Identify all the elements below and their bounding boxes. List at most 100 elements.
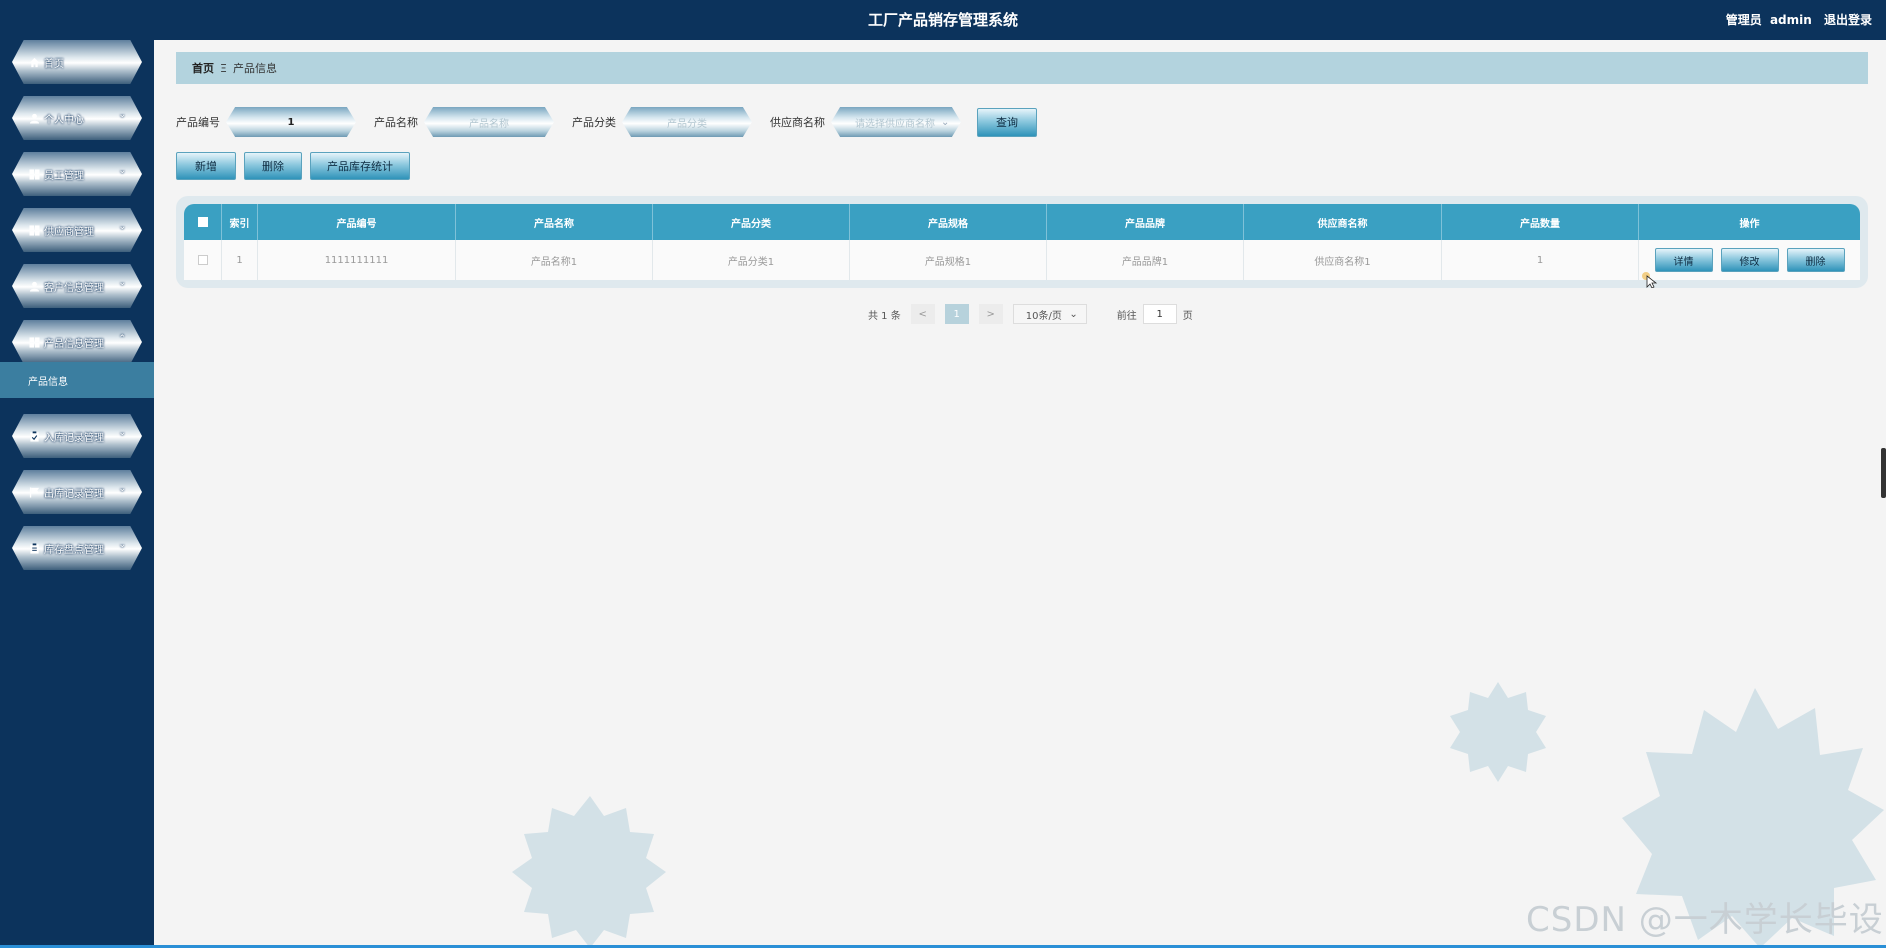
logout-button[interactable]: 退出登录 <box>1824 13 1872 27</box>
sidebar-item-product[interactable]: 产品信息管理 ⌃ <box>12 320 142 364</box>
sidebar-item-home[interactable]: 首页 <box>12 40 142 84</box>
chevron-down-icon: ⌄ <box>118 278 126 288</box>
header-brand: 产品品牌 <box>1047 204 1244 240</box>
star-decoration-medium <box>1450 682 1546 782</box>
cell-index: 1 <box>222 240 258 280</box>
goto-label: 前往 <box>1116 310 1137 322</box>
user-icon <box>28 280 40 292</box>
chevron-down-icon: ⌄ <box>118 166 126 176</box>
app-title: 工厂产品销存管理系统 <box>867 11 1018 29</box>
edit-button[interactable]: 修改 <box>1720 248 1779 272</box>
sidebar-item-label: 客户信息管理 <box>44 282 104 294</box>
chevron-down-icon: ⌄ <box>118 428 126 438</box>
top-bar: 工厂产品销存管理系统 管理员 admin 退出登录 <box>0 0 1886 40</box>
row-delete-button[interactable]: 删除 <box>1786 248 1845 272</box>
cell-code: 1111111111 <box>258 240 456 280</box>
sidebar-item-staff[interactable]: 员工管理 ⌄ <box>12 152 142 196</box>
supplier-name-label: 供应商名称 <box>770 116 825 129</box>
next-page-button[interactable]: > <box>978 304 1003 324</box>
prev-page-button[interactable]: < <box>910 304 935 324</box>
sidebar-item-label: 供应商管理 <box>44 226 94 238</box>
total-count: 共 1 条 <box>868 310 901 322</box>
header-quantity: 产品数量 <box>1442 204 1639 240</box>
scrollbar-handle[interactable] <box>1881 448 1886 498</box>
cell-name: 产品名称1 <box>456 240 653 280</box>
product-code-label: 产品编号 <box>176 116 220 129</box>
header-category: 产品分类 <box>653 204 850 240</box>
cell-category: 产品分类1 <box>653 240 850 280</box>
query-button[interactable]: 查询 <box>977 107 1037 137</box>
sidebar-item-customer[interactable]: 客户信息管理 ⌄ <box>12 264 142 308</box>
star-decoration-small <box>512 796 666 948</box>
grid-icon <box>28 168 40 180</box>
product-name-label: 产品名称 <box>374 116 418 129</box>
breadcrumb-separator: Ξ <box>220 61 227 75</box>
username: admin <box>1769 13 1812 27</box>
add-button[interactable]: 新增 <box>176 152 236 180</box>
sidebar-item-label: 个人中心 <box>44 114 84 126</box>
chevron-down-icon: ⌄ <box>118 540 126 550</box>
cell-supplier: 供应商名称1 <box>1244 240 1442 280</box>
chevron-up-icon: ⌃ <box>118 334 126 344</box>
detail-button[interactable]: 详情 <box>1654 248 1713 272</box>
user-role: 管理员 <box>1725 13 1762 27</box>
product-category-input[interactable]: 产品分类 <box>622 107 752 137</box>
sidebar-item-inbound[interactable]: 入库记录管理 ⌄ <box>12 414 142 458</box>
sidebar-item-personal-center[interactable]: 个人中心 ⌄ <box>12 96 142 140</box>
clipboard-icon <box>28 430 40 442</box>
goto-page-input[interactable]: 1 <box>1142 304 1177 324</box>
chevron-down-icon: ⌄ <box>118 484 126 494</box>
action-bar: 新增 删除 产品库存统计 <box>176 152 418 180</box>
product-code-input[interactable]: 1 <box>226 107 356 137</box>
header-supplier: 供应商名称 <box>1244 204 1442 240</box>
chevron-down-icon: ⌄ <box>118 222 126 232</box>
cell-actions: 详情 修改 删除 <box>1639 240 1860 280</box>
flag-icon <box>28 486 40 498</box>
sidebar-item-label: 入库记录管理 <box>44 432 104 444</box>
breadcrumb: 首页 Ξ 产品信息 <box>176 52 1868 84</box>
clipboard-icon <box>28 542 40 554</box>
sidebar-item-label: 库存盘点管理 <box>44 544 104 556</box>
mouse-cursor-icon <box>1642 272 1658 288</box>
select-all-checkbox[interactable] <box>184 204 222 240</box>
sidebar-item-outbound[interactable]: 出库记录管理 ⌄ <box>12 470 142 514</box>
row-checkbox[interactable] <box>184 240 222 280</box>
product-category-label: 产品分类 <box>572 116 616 129</box>
grid-icon <box>28 336 40 348</box>
sidebar-item-inventory[interactable]: 库存盘点管理 ⌄ <box>12 526 142 570</box>
supplier-select[interactable]: 请选择供应商名称 ⌄ <box>831 107 961 137</box>
grid-icon <box>28 224 40 236</box>
cell-brand: 产品品牌1 <box>1047 240 1244 280</box>
product-table: 索引 产品编号 产品名称 产品分类 产品规格 产品品牌 供应商名称 产品数量 操… <box>176 196 1868 288</box>
page-1-button[interactable]: 1 <box>944 304 969 324</box>
search-bar: 产品编号 1 产品名称 产品名称 产品分类 产品分类 供应商名称 请选择供应商名… <box>176 107 1037 137</box>
sidebar: 首页 个人中心 ⌄ 员工管理 ⌄ 供应商管理 ⌄ 客户信息管理 ⌄ 产品信息管理… <box>0 0 154 948</box>
product-name-input[interactable]: 产品名称 <box>424 107 554 137</box>
header-code: 产品编号 <box>258 204 456 240</box>
sidebar-item-label: 员工管理 <box>44 170 84 182</box>
cell-quantity: 1 <box>1442 240 1639 280</box>
sidebar-item-label: 出库记录管理 <box>44 488 104 500</box>
header-spec: 产品规格 <box>850 204 1047 240</box>
pagination: 共 1 条 < 1 > 10条/页 ⌄ 前往 1 页 <box>868 304 1193 324</box>
table-header: 索引 产品编号 产品名称 产品分类 产品规格 产品品牌 供应商名称 产品数量 操… <box>184 204 1860 240</box>
user-icon <box>28 112 40 124</box>
chevron-down-icon: ⌄ <box>941 116 950 128</box>
submenu-item-product-info[interactable]: 产品信息 <box>0 362 154 398</box>
watermark-text: CSDN @一木学长毕设 <box>1526 900 1884 940</box>
user-info: 管理员 admin 退出登录 <box>1718 11 1872 28</box>
page-size-select[interactable]: 10条/页 ⌄ <box>1012 304 1087 324</box>
page-unit-label: 页 <box>1182 310 1193 322</box>
sidebar-item-label: 产品信息管理 <box>44 338 104 350</box>
header-index: 索引 <box>222 204 258 240</box>
breadcrumb-home[interactable]: 首页 <box>192 60 214 76</box>
stock-stats-button[interactable]: 产品库存统计 <box>310 152 410 180</box>
chevron-down-icon: ⌄ <box>118 110 126 120</box>
header-actions: 操作 <box>1739 218 1760 230</box>
header-name: 产品名称 <box>456 204 653 240</box>
chevron-down-icon: ⌄ <box>1069 308 1078 320</box>
sidebar-item-label: 首页 <box>44 58 64 70</box>
delete-button[interactable]: 删除 <box>244 152 302 180</box>
breadcrumb-current: 产品信息 <box>232 62 277 75</box>
sidebar-item-supplier[interactable]: 供应商管理 ⌄ <box>12 208 142 252</box>
